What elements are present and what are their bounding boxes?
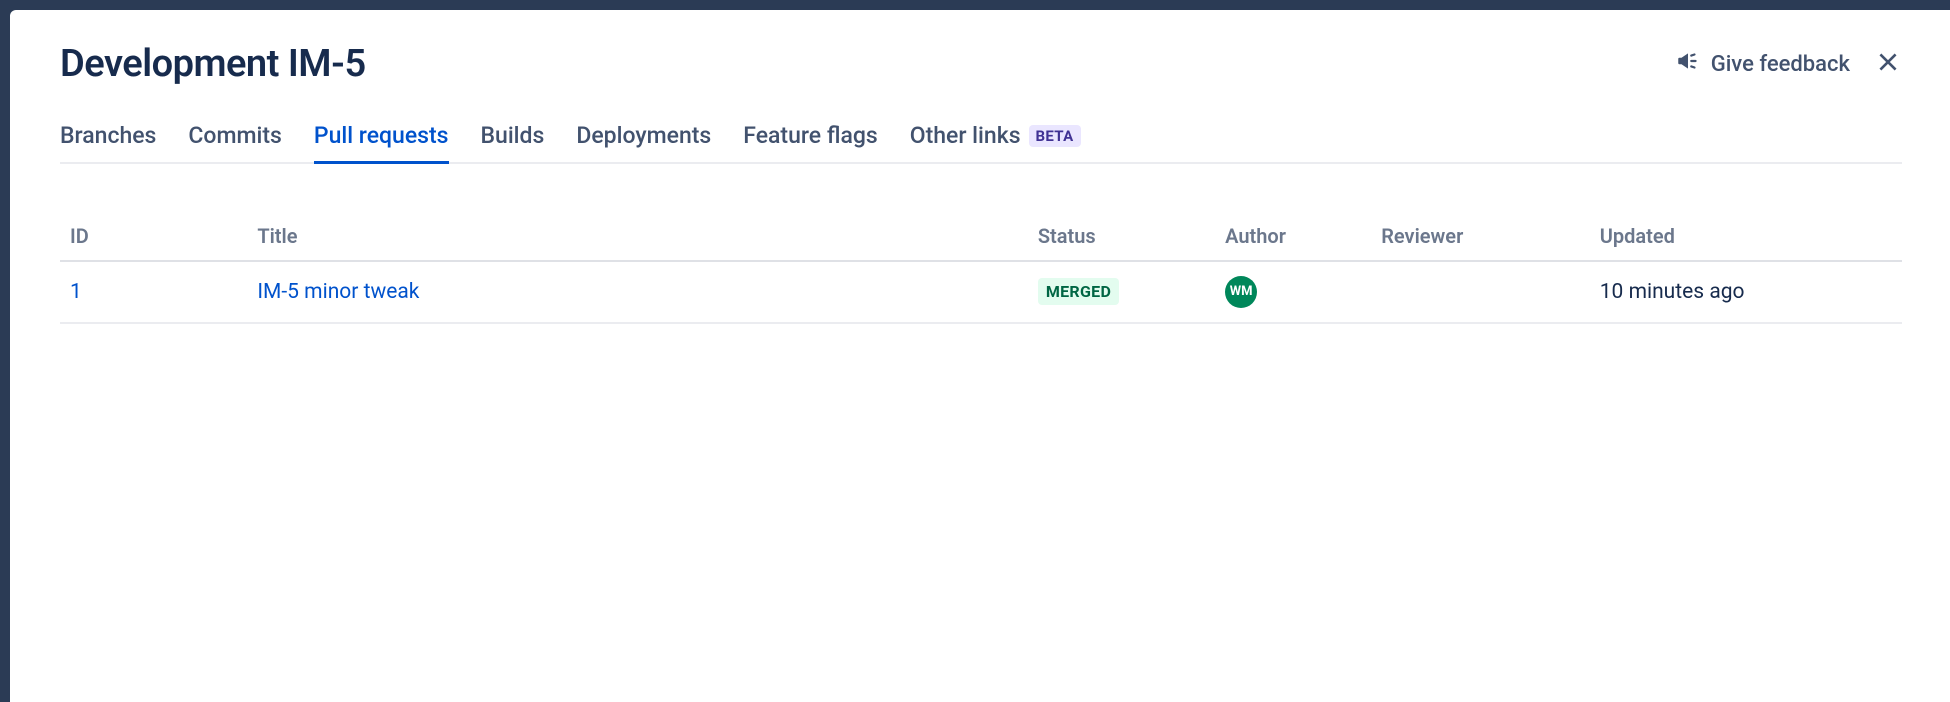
tab-label: Feature flags bbox=[743, 122, 877, 150]
close-button[interactable] bbox=[1874, 50, 1902, 78]
tab-label: Branches bbox=[60, 122, 156, 150]
tab-label: Commits bbox=[188, 122, 282, 150]
give-feedback-button[interactable]: Give feedback bbox=[1675, 48, 1850, 80]
tab-label: Pull requests bbox=[314, 122, 449, 150]
megaphone-icon bbox=[1675, 48, 1701, 80]
beta-badge: BETA bbox=[1029, 125, 1081, 147]
column-header-author: Author bbox=[1215, 212, 1371, 261]
cell-reviewer bbox=[1371, 261, 1590, 323]
column-header-id: ID bbox=[60, 212, 247, 261]
tab-other-links[interactable]: Other links BETA bbox=[910, 122, 1081, 162]
pr-title-link[interactable]: IM-5 minor tweak bbox=[257, 280, 419, 304]
dialog-header: Development IM-5 Give feedback bbox=[60, 42, 1902, 86]
header-actions: Give feedback bbox=[1675, 48, 1902, 80]
tab-feature-flags[interactable]: Feature flags bbox=[743, 122, 877, 162]
tab-pull-requests[interactable]: Pull requests bbox=[314, 122, 449, 162]
cell-title: IM-5 minor tweak bbox=[247, 261, 1028, 323]
tab-label: Deployments bbox=[576, 122, 711, 150]
dialog-title: Development IM-5 bbox=[60, 42, 366, 86]
tab-branches[interactable]: Branches bbox=[60, 122, 156, 162]
cell-updated: 10 minutes ago bbox=[1590, 261, 1902, 323]
table-row: 1 IM-5 minor tweak MERGED WM 10 minutes … bbox=[60, 261, 1902, 323]
tab-label: Builds bbox=[481, 122, 545, 150]
table-header-row: ID Title Status Author Reviewer Updated bbox=[60, 212, 1902, 261]
give-feedback-label: Give feedback bbox=[1711, 52, 1850, 77]
column-header-status: Status bbox=[1028, 212, 1215, 261]
column-header-reviewer: Reviewer bbox=[1371, 212, 1590, 261]
close-icon bbox=[1875, 49, 1901, 79]
tab-label: Other links bbox=[910, 122, 1021, 150]
tab-commits[interactable]: Commits bbox=[188, 122, 282, 162]
tab-builds[interactable]: Builds bbox=[481, 122, 545, 162]
pr-id-link[interactable]: 1 bbox=[70, 280, 82, 304]
column-header-title: Title bbox=[247, 212, 1028, 261]
author-avatar[interactable]: WM bbox=[1225, 276, 1257, 308]
cell-author: WM bbox=[1215, 261, 1371, 323]
development-dialog: Development IM-5 Give feedback Branches … bbox=[10, 10, 1950, 702]
column-header-updated: Updated bbox=[1590, 212, 1902, 261]
tab-deployments[interactable]: Deployments bbox=[576, 122, 711, 162]
cell-status: MERGED bbox=[1028, 261, 1215, 323]
cell-id: 1 bbox=[60, 261, 247, 323]
tabs: Branches Commits Pull requests Builds De… bbox=[60, 122, 1902, 164]
pull-requests-table: ID Title Status Author Reviewer Updated … bbox=[60, 212, 1902, 324]
status-badge: MERGED bbox=[1038, 278, 1119, 305]
